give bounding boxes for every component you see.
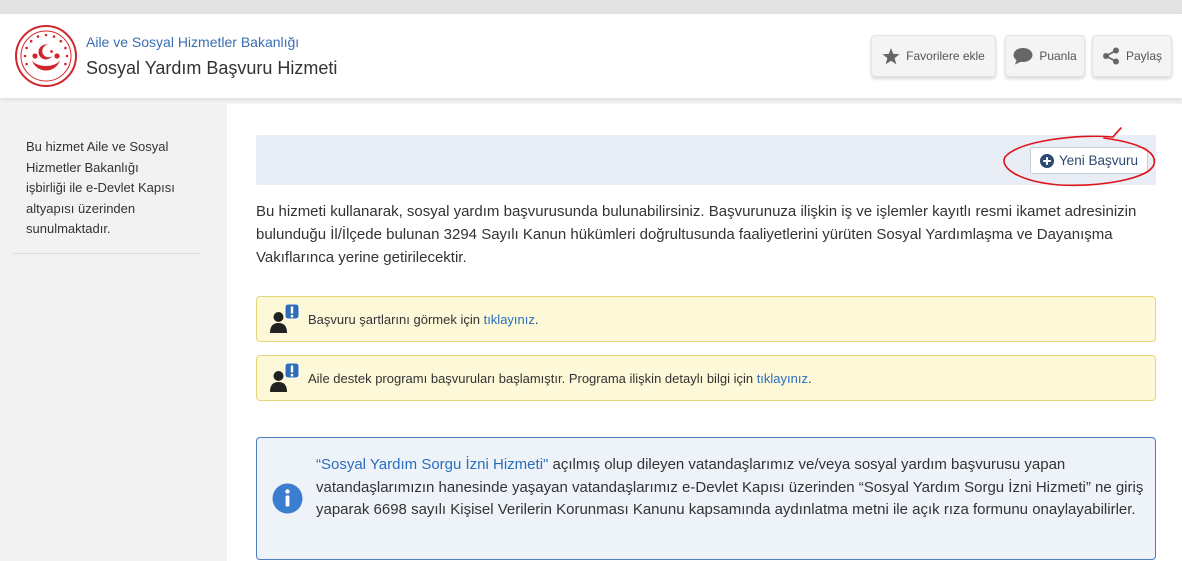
info-box: “Sosyal Yardım Sorgu İzni Hizmeti" açılm… bbox=[256, 437, 1156, 560]
share-icon bbox=[1102, 47, 1120, 65]
star-icon bbox=[882, 47, 900, 65]
add-favorite-label: Favorilere ekle bbox=[906, 49, 985, 63]
page-title: Sosyal Yardım Başvuru Hizmeti bbox=[86, 58, 338, 78]
ministry-name[interactable]: Aile ve Sosyal Hizmetler Bakanlığı bbox=[86, 33, 299, 51]
new-application-button[interactable]: Yeni Başvuru bbox=[1030, 147, 1148, 174]
service-description: Bu hizmeti kullanarak, sosyal yardım baş… bbox=[256, 203, 1137, 266]
sidebar-info-text: Bu hizmet Aile ve Sosyal Hizmetler Bakan… bbox=[26, 139, 175, 236]
family-support-link[interactable]: tıklayınız bbox=[757, 371, 808, 386]
requirements-link[interactable]: tıklayınız bbox=[484, 312, 535, 327]
alert-text: Aile destek programı başvuruları başlamı… bbox=[308, 370, 812, 386]
add-favorite-button[interactable]: Favorilere ekle bbox=[871, 35, 996, 77]
new-application-label: Yeni Başvuru bbox=[1058, 153, 1139, 168]
application-toolbar: Yeni Başvuru bbox=[256, 135, 1156, 185]
user-alert-icon bbox=[269, 363, 301, 393]
alert-requirements: Başvuru şartlarını görmek için tıklayını… bbox=[256, 296, 1156, 342]
ministry-emblem-icon[interactable] bbox=[14, 24, 78, 88]
query-permission-service-link[interactable]: “Sosyal Yardım Sorgu İzni Hizmeti" bbox=[316, 456, 548, 473]
page-header: Aile ve Sosyal Hizmetler Bakanlığı Sosya… bbox=[0, 14, 1182, 98]
rate-label: Puanla bbox=[1039, 49, 1077, 63]
sidebar-divider bbox=[13, 253, 200, 254]
browser-top-strip bbox=[0, 0, 1182, 14]
share-button[interactable]: Paylaş bbox=[1092, 35, 1172, 77]
alert-family-support: Aile destek programı başvuruları başlamı… bbox=[256, 355, 1156, 401]
rate-button[interactable]: Puanla bbox=[1005, 35, 1085, 77]
plus-circle-icon bbox=[1039, 153, 1054, 168]
info-text: “Sosyal Yardım Sorgu İzni Hizmeti" açılm… bbox=[316, 456, 1144, 518]
speech-bubble-icon bbox=[1013, 47, 1033, 65]
user-alert-icon bbox=[269, 304, 301, 334]
main-panel: Yeni Başvuru Bu hizmeti kullanarak, sosy… bbox=[227, 104, 1182, 561]
share-label: Paylaş bbox=[1125, 49, 1163, 63]
alert-text: Başvuru şartlarını görmek için tıklayını… bbox=[308, 311, 539, 327]
info-circle-icon bbox=[272, 483, 303, 514]
